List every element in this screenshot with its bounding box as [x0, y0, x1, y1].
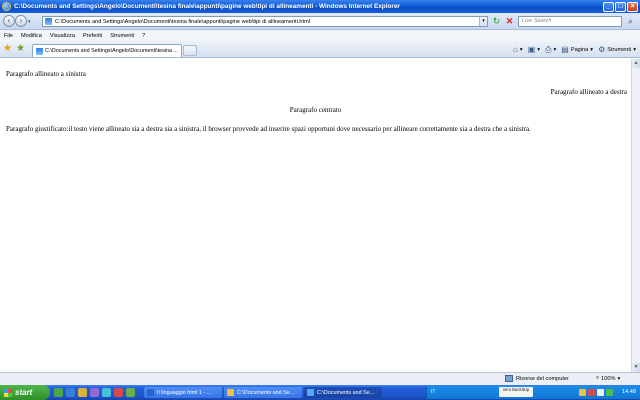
security-zone[interactable]: Risorse del computer — [505, 375, 569, 382]
menu-file[interactable]: File — [4, 33, 13, 39]
scroll-down-icon[interactable]: ▼ — [632, 363, 640, 372]
computer-icon — [505, 375, 513, 382]
ie-icon — [307, 389, 314, 396]
window-title: C:\Documents and Settings\Angelo\Documen… — [14, 3, 400, 10]
page-icon — [45, 18, 52, 25]
tab-page-icon — [36, 47, 43, 55]
window-controls: _ □ × — [603, 1, 638, 12]
stop-icon[interactable]: ✕ — [504, 16, 515, 27]
page-content: Paragrafo allineato a sinistra Paragrafo… — [0, 59, 631, 372]
menu-preferiti[interactable]: Preferiti — [83, 33, 102, 39]
status-bar: Risorse del computer ⌕ 100% ▾ — [0, 372, 640, 385]
system-tray: IT nero BackItUp 14.48 — [426, 386, 640, 399]
quicklaunch-extra-icon[interactable] — [126, 388, 135, 397]
windows-logo-icon — [4, 388, 12, 397]
address-bar[interactable]: C:\Documents and Settings\Angelo\Documen… — [42, 16, 488, 27]
quicklaunch-misc-icon[interactable] — [114, 388, 123, 397]
word-icon — [147, 389, 154, 396]
menu-help[interactable]: ? — [142, 33, 145, 39]
search-icon[interactable]: ⌕ — [624, 16, 637, 27]
add-favorite-icon[interactable]: ★ — [16, 44, 25, 54]
print-button[interactable]: ⎙ ▾ — [545, 44, 556, 54]
command-bar: ⌂ ▾ ▣ ▾ ⎙ ▾ ▤ Pagina ▾ ⚙ Strumenti ▾ — [513, 44, 636, 55]
paragraph-justify: Paragrafo giustificato:il testo viene al… — [6, 125, 531, 133]
tray-volume-icon[interactable] — [597, 389, 604, 396]
ie-icon — [2, 2, 11, 11]
close-button[interactable]: × — [627, 1, 638, 12]
window-titlebar[interactable]: C:\Documents and Settings\Angelo\Documen… — [0, 0, 640, 13]
back-button[interactable]: ‹ — [3, 15, 15, 27]
language-indicator[interactable]: IT — [431, 389, 437, 396]
tools-menu-button[interactable]: ⚙ Strumenti ▾ — [598, 44, 636, 54]
scroll-up-icon[interactable]: ▲ — [632, 59, 640, 68]
home-button[interactable]: ⌂ ▾ — [513, 44, 523, 54]
zoom-control[interactable]: ⌕ 100% ▾ — [596, 375, 620, 382]
paragraph-right: Paragrafo allineato a destra — [550, 88, 627, 96]
taskbar-item-ie-active[interactable]: C:\Documents and Se... — [304, 387, 382, 398]
minimize-button[interactable]: _ — [603, 1, 614, 12]
home-icon: ⌂ — [513, 44, 518, 54]
menu-bar: File Modifica Visualizza Preferiti Strum… — [0, 30, 640, 41]
quicklaunch-media-icon[interactable] — [90, 388, 99, 397]
start-button[interactable]: start — [0, 385, 50, 400]
new-tab-button[interactable] — [183, 45, 197, 56]
taskbar-item-folder[interactable]: C:\Documents and Se... — [224, 387, 302, 398]
feeds-button[interactable]: ▣ ▾ — [527, 44, 540, 54]
taskbar: start Il linguaggio html 1 - ... C:\Docu… — [0, 385, 640, 400]
maximize-button[interactable]: □ — [615, 1, 626, 12]
tray-security-icon[interactable] — [588, 389, 595, 396]
tab-label: C:\Documents and Settings\Angelo\Documen… — [45, 48, 179, 54]
gear-icon: ⚙ — [598, 44, 606, 54]
print-icon: ⎙ — [545, 44, 552, 54]
menu-visualizza[interactable]: Visualizza — [50, 33, 75, 39]
page-icon: ▤ — [561, 44, 569, 54]
quicklaunch-folder-icon[interactable] — [78, 388, 87, 397]
feeds-icon: ▣ — [527, 44, 536, 54]
tray-app-icon[interactable] — [579, 389, 586, 396]
quick-launch — [54, 388, 135, 397]
vertical-scrollbar[interactable]: ▲ ▼ — [631, 59, 640, 372]
paragraph-left: Paragrafo allineato a sinistra — [6, 70, 86, 78]
tray-network-icon[interactable] — [606, 389, 613, 396]
menu-modifica[interactable]: Modifica — [21, 33, 42, 39]
recent-pages-dropdown-icon[interactable]: ▾ — [28, 19, 31, 25]
folder-icon — [227, 389, 234, 396]
quicklaunch-app-icon[interactable] — [54, 388, 63, 397]
paragraph-center: Paragrafo centrato — [289, 106, 342, 114]
nero-tray-item[interactable]: nero BackItUp — [499, 387, 533, 397]
forward-button[interactable]: › — [15, 15, 27, 27]
tab-bar: ★ ★ C:\Documents and Settings\Angelo\Doc… — [0, 41, 640, 58]
quicklaunch-desktop-icon[interactable] — [102, 388, 111, 397]
quicklaunch-ie-icon[interactable] — [66, 388, 75, 397]
refresh-icon[interactable]: ↻ — [491, 16, 502, 27]
zoom-icon: ⌕ — [596, 375, 600, 381]
taskbar-item-html-doc[interactable]: Il linguaggio html 1 - ... — [144, 387, 222, 398]
page-menu-button[interactable]: ▤ Pagina ▾ — [561, 44, 593, 54]
clock[interactable]: 14.48 — [622, 389, 636, 395]
address-toolbar: ‹ › ▾ C:\Documents and Settings\Angelo\D… — [0, 13, 640, 30]
favorites-star-icon[interactable]: ★ — [3, 44, 12, 54]
tab-current[interactable]: C:\Documents and Settings\Angelo\Documen… — [32, 44, 182, 57]
menu-strumenti[interactable]: Strumenti — [110, 33, 134, 39]
address-dropdown-icon[interactable]: ▾ — [479, 17, 487, 26]
search-input[interactable]: Live Search — [518, 16, 622, 27]
address-url[interactable]: C:\Documents and Settings\Angelo\Documen… — [55, 19, 479, 25]
